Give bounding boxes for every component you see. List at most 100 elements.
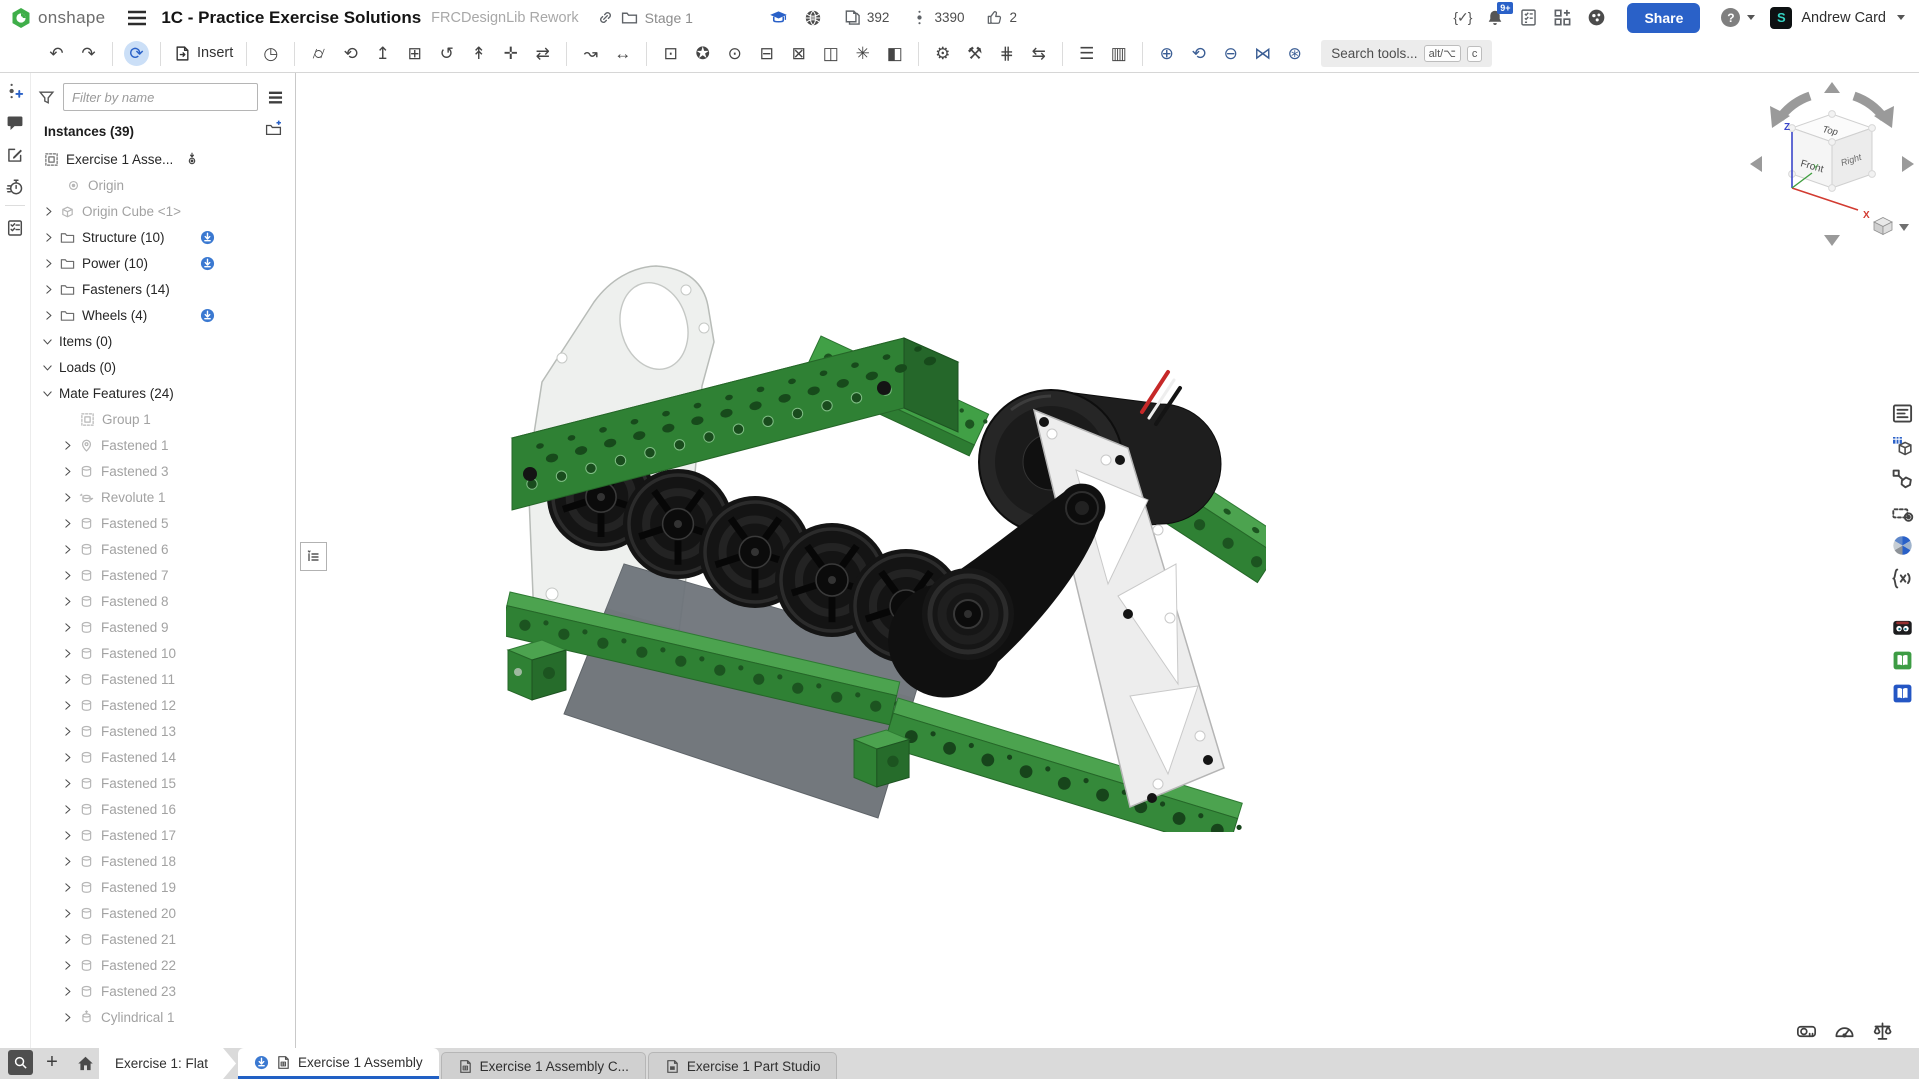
tree-item-fastened-22[interactable]: Fastened 22	[30, 952, 295, 978]
chevron-right-icon[interactable]	[61, 673, 74, 686]
tree-item-fastened-21[interactable]: Fastened 21	[30, 926, 295, 952]
tree-item-items-0[interactable]: Items (0)	[30, 328, 295, 354]
tree-item-revolute-1[interactable]: Revolute 1	[30, 484, 295, 510]
workspace-name[interactable]: Stage 1	[645, 10, 693, 26]
translate-grid-icon[interactable]: ⊞	[402, 41, 427, 66]
move-free-icon[interactable]: ✛	[498, 41, 523, 66]
featurescript-check-icon[interactable]: {✓}	[1453, 9, 1471, 26]
tree-item-fastened-1[interactable]: Fastened 1	[30, 432, 295, 458]
user-name[interactable]: Andrew Card	[1801, 10, 1886, 26]
new-tab-button[interactable]: +	[41, 1048, 63, 1079]
tree-item-fastened-9[interactable]: Fastened 9	[30, 614, 295, 640]
rotate-3d-icon[interactable]: ↺	[434, 41, 459, 66]
chevron-right-icon[interactable]	[61, 725, 74, 738]
tab-exercise-1-assembly[interactable]: Exercise 1 Assembly	[238, 1048, 439, 1079]
chevron-right-icon[interactable]	[61, 959, 74, 972]
render-studio-icon[interactable]	[1891, 534, 1914, 557]
mechanism-icon[interactable]: ⚒	[962, 41, 987, 66]
tree-item-origin-cube-1[interactable]: Origin Cube <1>	[30, 198, 295, 224]
chevron-right-icon[interactable]	[42, 205, 55, 218]
exploded-view-icon[interactable]: ✳	[850, 41, 875, 66]
assembly-model[interactable]	[506, 262, 1266, 832]
tree-item-fastened-7[interactable]: Fastened 7	[30, 562, 295, 588]
insert-feature-icon[interactable]: ✪	[690, 41, 715, 66]
app-store-icon[interactable]	[1587, 8, 1606, 27]
chevron-right-icon[interactable]	[61, 829, 74, 842]
redo-icon[interactable]: ↷	[76, 41, 101, 66]
view-cube-body[interactable]: Top Front Right	[1789, 111, 1876, 192]
follow-mode-icon[interactable]	[0, 77, 30, 104]
main-menu-icon[interactable]	[127, 10, 147, 26]
chevron-down-icon[interactable]	[41, 387, 54, 400]
tree-item-fastened-16[interactable]: Fastened 16	[30, 796, 295, 822]
edit-in-place-icon[interactable]: ⊙	[722, 41, 747, 66]
documentation-icon[interactable]	[1891, 682, 1914, 705]
filter-icon[interactable]	[38, 89, 55, 106]
chevron-right-icon[interactable]	[61, 647, 74, 660]
swap-direction-icon[interactable]: ⇄	[530, 41, 555, 66]
home-tab-button[interactable]	[73, 1055, 97, 1072]
chevron-right-icon[interactable]	[61, 933, 74, 946]
chevron-right-icon[interactable]	[42, 309, 55, 322]
chevron-right-icon[interactable]	[61, 907, 74, 920]
link-icon[interactable]	[597, 9, 614, 26]
tree-item-fastened-3[interactable]: Fastened 3	[30, 458, 295, 484]
tree-item-fastened-6[interactable]: Fastened 6	[30, 536, 295, 562]
view-cube[interactable]: Top Front Right Z X Y	[1746, 78, 1918, 250]
chevron-right-icon[interactable]	[61, 517, 74, 530]
chevron-right-icon[interactable]	[61, 543, 74, 556]
chevron-right-icon[interactable]	[61, 985, 74, 998]
comments-icon[interactable]	[0, 109, 30, 136]
chevron-right-icon[interactable]	[61, 881, 74, 894]
chevron-right-icon[interactable]	[42, 257, 55, 270]
assembly-info-icon[interactable]	[1891, 402, 1914, 425]
new-folder-icon[interactable]	[265, 120, 282, 137]
release-notes-icon[interactable]	[0, 141, 30, 168]
chevron-down-icon[interactable]	[41, 335, 54, 348]
select-scope-icon[interactable]: ⊡	[658, 41, 683, 66]
tab-exercise-1-part-studio[interactable]: Exercise 1 Part Studio	[648, 1052, 838, 1079]
tree-item-fastened-5[interactable]: Fastened 5	[30, 510, 295, 536]
chevron-right-icon[interactable]	[61, 491, 74, 504]
left-foot-block[interactable]	[508, 640, 566, 700]
tree-item-fastened-10[interactable]: Fastened 10	[30, 640, 295, 666]
tree-item-fastened-11[interactable]: Fastened 11	[30, 666, 295, 692]
tasks-panel-icon[interactable]	[0, 214, 30, 241]
notifications-bell-icon[interactable]: 9+	[1486, 9, 1504, 27]
history-icon[interactable]: ◷	[258, 41, 283, 66]
chevron-right-icon[interactable]	[61, 465, 74, 478]
right-foot-block[interactable]	[854, 730, 909, 787]
in-context-icon[interactable]: ⊠	[786, 41, 811, 66]
filter-input[interactable]	[63, 83, 258, 111]
hidden-items-icon[interactable]: ☰	[1074, 41, 1099, 66]
tree-item-fastened-8[interactable]: Fastened 8	[30, 588, 295, 614]
tree-item-loads-0[interactable]: Loads (0)	[30, 354, 295, 380]
tree-item-mate-features-24[interactable]: Mate Features (24)	[30, 380, 295, 406]
tree-item-power-10[interactable]: Power (10)	[30, 250, 295, 276]
globe-icon[interactable]	[804, 9, 822, 27]
chevron-down-icon[interactable]	[41, 361, 54, 374]
display-states-icon[interactable]: ◫	[818, 41, 843, 66]
tree-item-exercise-1-asse[interactable]: Exercise 1 Asse...	[30, 146, 295, 172]
rotate-cylinder-icon[interactable]: ⟲	[338, 41, 363, 66]
tree-item-fastened-20[interactable]: Fastened 20	[30, 900, 295, 926]
move-cylinder-icon[interactable]: ⌭	[306, 41, 331, 66]
ai-advisor-icon[interactable]	[1891, 616, 1914, 639]
raise-cylinder-icon[interactable]: ↥	[370, 41, 395, 66]
tree-item-origin[interactable]: Origin	[30, 172, 295, 198]
chevron-right-icon[interactable]	[61, 803, 74, 816]
isometric-view-button[interactable]	[1874, 218, 1909, 235]
named-positions-icon[interactable]: ⊟	[754, 41, 779, 66]
gears-icon[interactable]: ⚙	[930, 41, 955, 66]
viewport-3d[interactable]: Top Front Right Z X Y	[296, 72, 1919, 1048]
search-tools-button[interactable]: Search tools... alt/⌥ c	[1321, 40, 1492, 67]
tab-exercise-1-flat[interactable]: Exercise 1: Flat	[99, 1048, 236, 1079]
chevron-right-icon[interactable]	[61, 1011, 74, 1024]
mate-ball-icon[interactable]: ⊛	[1282, 41, 1307, 66]
collapse-panel-handle[interactable]	[300, 542, 327, 571]
learning-center-icon[interactable]	[1891, 649, 1914, 672]
learning-cap-icon[interactable]	[769, 8, 788, 27]
chevron-right-icon[interactable]	[42, 283, 55, 296]
help-caret-icon[interactable]	[1747, 15, 1755, 20]
view-dropdown-caret[interactable]	[1899, 224, 1909, 231]
